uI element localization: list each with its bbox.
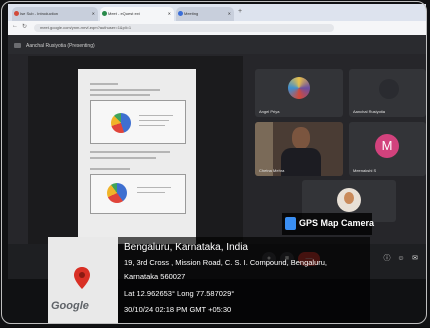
participant-tile[interactable]: Angel Priya	[255, 69, 343, 117]
people-icon[interactable]: ☺	[394, 252, 408, 266]
legend-line	[137, 187, 171, 188]
photo-background: Ise Sub - Introduction ✕ Meet - eQuest e…	[0, 0, 430, 327]
avatar	[379, 79, 399, 99]
presenter-tag: Aanchal Rusiyotia (Presenting)	[26, 43, 95, 49]
slide-text-line	[90, 157, 156, 159]
legend-line	[139, 120, 169, 121]
participant-tile[interactable]: Aanchal Rusiyotia	[349, 69, 426, 117]
tab-label: Meeting	[184, 11, 199, 16]
legend-line	[137, 192, 165, 193]
tab-label: Ise Sub - Introduction	[20, 11, 59, 16]
avatar-face	[344, 192, 354, 204]
tab-favicon-icon	[14, 11, 19, 16]
chat-icon[interactable]: ✉	[408, 252, 422, 266]
participant-name: Chetna Mehra	[259, 168, 285, 173]
presented-slide	[78, 69, 196, 245]
participant-name: Meenakshi S	[353, 168, 377, 173]
gps-mini-map: Google	[48, 237, 118, 323]
poll-pie	[111, 113, 131, 133]
browser-tab-2[interactable]: Meet - eQuest ext ✕	[100, 7, 174, 21]
gps-address-line1: 19, 3rd Cross , Mission Road, C. S. I. C…	[124, 258, 328, 267]
presentation-icon	[14, 43, 21, 48]
map-brand: Google	[51, 300, 89, 312]
close-icon[interactable]: ✕	[228, 7, 231, 21]
slide-text-line	[90, 89, 160, 91]
browser-tab-1[interactable]: Ise Sub - Introduction ✕	[12, 7, 98, 21]
participant-video-tile[interactable]: Chetna Mehra	[255, 122, 343, 176]
participant-name: Aanchal Rusiyotia	[353, 109, 386, 114]
close-icon[interactable]: ✕	[92, 7, 95, 21]
gps-place: Bengaluru, Karnataka, India	[124, 242, 248, 253]
avatar: M	[375, 134, 399, 158]
slide-text-line	[90, 168, 130, 170]
back-icon[interactable]: ←	[12, 23, 18, 29]
slide-poll-box	[90, 174, 186, 214]
participant-name: Angel Priya	[259, 109, 280, 114]
poll-pie	[107, 183, 127, 203]
meet-header: Aanchal Rusiyotia (Presenting)	[8, 35, 426, 54]
close-icon[interactable]: ✕	[168, 7, 171, 21]
avatar	[288, 77, 310, 99]
reload-icon[interactable]: ↻	[22, 23, 27, 30]
legend-line	[139, 125, 165, 126]
participant-tile[interactable]: M Meenakshi S	[349, 122, 426, 176]
legend-line	[139, 115, 173, 116]
slide-text-line	[90, 94, 150, 96]
gps-info-panel: Bengaluru, Karnataka, India 19, 3rd Cros…	[118, 237, 370, 323]
tab-favicon-icon	[102, 11, 107, 16]
address-bar: ← ↻ meet.google.com/ynm-mrvf-eqm?authuse…	[8, 21, 426, 35]
gps-address-line2: Karnataka 560027	[124, 272, 186, 281]
gps-app-badge: GPS Map Camera	[282, 213, 375, 235]
browser-tab-3[interactable]: Meeting ✕	[176, 7, 234, 21]
tab-label: Meet - eQuest ext	[108, 11, 140, 16]
tab-favicon-icon	[178, 11, 183, 16]
person-body	[281, 148, 321, 176]
url-field[interactable]: meet.google.com/ynm-mrvf-eqm?authuser=1&…	[34, 24, 334, 32]
slide-text-line	[90, 151, 170, 153]
gps-coordinates: Lat 12.962653° Long 77.587029°	[124, 289, 235, 298]
camera-app-icon	[285, 217, 296, 230]
slide-text-line	[90, 83, 118, 85]
browser-tab-strip: Ise Sub - Introduction ✕ Meet - eQuest e…	[8, 4, 426, 21]
new-tab-icon[interactable]: +	[238, 8, 242, 15]
gps-datetime: 30/10/24 02:18 PM GMT +05:30	[124, 305, 232, 314]
gps-app-title: GPS Map Camera	[299, 218, 375, 228]
slide-poll-box	[90, 100, 186, 144]
info-icon[interactable]: ⓘ	[380, 252, 394, 266]
person-head	[292, 127, 310, 149]
